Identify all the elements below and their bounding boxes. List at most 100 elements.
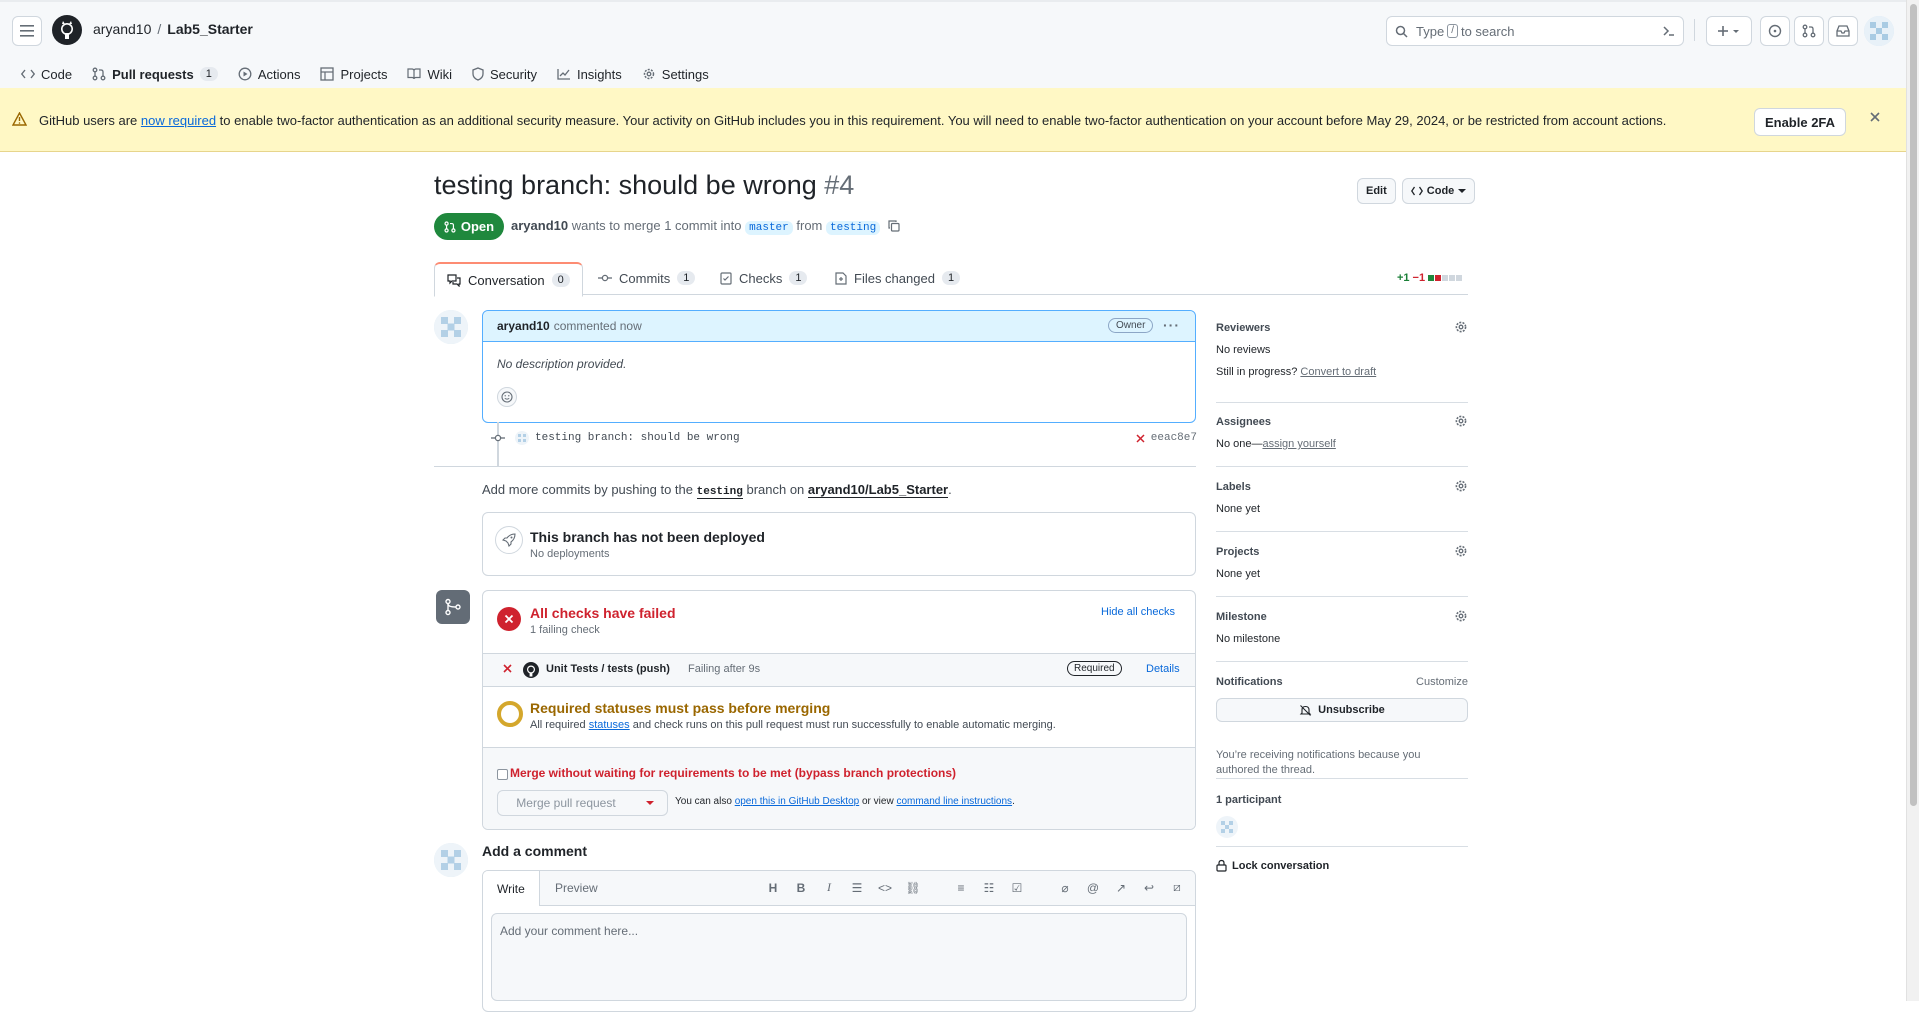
hint-branch: testing: [696, 486, 743, 499]
commit-message[interactable]: testing branch: should be wrong: [535, 432, 740, 444]
tab-conversation[interactable]: Conversation 0: [434, 262, 583, 297]
owner-link[interactable]: aryand10: [93, 21, 151, 37]
tab-projects[interactable]: Projects: [311, 58, 396, 90]
banner-text-post: to enable two-factor authentication as a…: [219, 113, 1667, 128]
command-line-link[interactable]: command line instructions: [896, 796, 1012, 807]
current-user-avatar[interactable]: [434, 843, 468, 877]
tab-files-changed[interactable]: Files changed 1: [835, 262, 961, 294]
heading-icon[interactable]: H: [765, 881, 781, 895]
sidebar-milestone: Milestone No milestone: [1216, 609, 1468, 662]
task-list-icon[interactable]: ☑: [1009, 881, 1025, 895]
comment-placeholder: Add your comment here...: [500, 924, 639, 938]
statuses-link[interactable]: statuses: [589, 719, 630, 731]
tab-actions[interactable]: Actions: [229, 58, 310, 90]
required-text: All required statuses and check runs on …: [530, 719, 1056, 731]
merge-method-dropdown[interactable]: [633, 790, 668, 816]
assign-yourself-link[interactable]: assign yourself: [1262, 438, 1335, 450]
check-status: Failing after 9s: [688, 663, 761, 675]
customize-link[interactable]: Customize: [1416, 676, 1468, 688]
gear-icon[interactable]: [1454, 544, 1468, 558]
tab-pull-requests[interactable]: Pull requests 1: [83, 58, 227, 94]
menu-button[interactable]: [12, 16, 42, 46]
owner-badge: Owner: [1108, 318, 1154, 333]
commit-icon: [491, 434, 505, 442]
sidebar-assignees: Assignees No one—assign yourself: [1216, 414, 1468, 467]
participant-avatar[interactable]: [1216, 816, 1238, 838]
tab-label: Actions: [257, 66, 301, 82]
issue-icon: [1768, 24, 1782, 38]
paperclip-icon[interactable]: ⌀: [1057, 881, 1073, 895]
code-dropdown-button[interactable]: Code: [1401, 178, 1476, 204]
gear-icon[interactable]: [1454, 320, 1468, 334]
gear-icon[interactable]: [1454, 414, 1468, 428]
create-new-button[interactable]: [1706, 16, 1752, 46]
tab-write[interactable]: Write: [483, 871, 540, 906]
author-link[interactable]: aryand10: [511, 218, 568, 233]
add-reaction-button[interactable]: [497, 387, 517, 407]
bold-icon[interactable]: B: [793, 881, 809, 895]
unsubscribe-button[interactable]: Unsubscribe: [1216, 698, 1468, 722]
comment-author[interactable]: aryand10: [497, 319, 550, 333]
now-required-link[interactable]: now required: [141, 113, 216, 128]
pr-meta: aryand10 wants to merge 1 commit into ma…: [511, 218, 900, 235]
quote-icon[interactable]: ☰: [849, 881, 865, 895]
merge-pull-request-button[interactable]: Merge pull request: [497, 790, 635, 816]
edit-button[interactable]: Edit: [1357, 178, 1396, 204]
scrollbar-thumb[interactable]: [1910, 4, 1917, 806]
kebab-icon[interactable]: ···: [1163, 317, 1180, 333]
tab-preview[interactable]: Preview: [541, 871, 612, 905]
copy-icon[interactable]: [888, 220, 900, 232]
comment-author-avatar[interactable]: [434, 310, 468, 344]
tab-settings[interactable]: Settings: [633, 58, 718, 90]
issues-button[interactable]: [1760, 16, 1790, 46]
user-avatar[interactable]: [1864, 16, 1894, 46]
tab-commits[interactable]: Commits 1: [598, 262, 696, 294]
hamburger-icon: [20, 25, 34, 37]
head-branch[interactable]: testing: [826, 221, 881, 235]
commit-sha[interactable]: eeac8e7: [1151, 432, 1197, 444]
cross-reference-icon[interactable]: ↗: [1113, 881, 1129, 895]
enable-2fa-button[interactable]: Enable 2FA: [1754, 108, 1846, 136]
convert-to-draft-link[interactable]: Convert to draft: [1300, 366, 1376, 378]
draft-hint: Still in progress? Convert to draft: [1216, 366, 1376, 378]
details-link[interactable]: Details: [1146, 663, 1180, 675]
page-scrollbar[interactable]: [1906, 0, 1919, 1001]
slash-command-icon[interactable]: ⧄: [1169, 880, 1185, 895]
comment-textarea[interactable]: Add your comment here...: [491, 913, 1187, 1001]
gear-icon[interactable]: [1454, 609, 1468, 623]
tab-security[interactable]: Security: [463, 58, 546, 90]
checks-summary: All checks have failed 1 failing check H…: [483, 591, 1195, 654]
mention-icon[interactable]: @: [1085, 881, 1101, 895]
hint-repo-link[interactable]: aryand10/Lab5_Starter: [807, 482, 949, 498]
hide-all-checks-link[interactable]: Hide all checks: [1101, 606, 1175, 618]
tab-label: Insights: [576, 66, 622, 82]
unordered-list-icon[interactable]: ☷: [981, 881, 997, 895]
tab-insights[interactable]: Insights: [548, 58, 631, 90]
also-mid: or view: [861, 796, 894, 807]
reply-icon[interactable]: ↩: [1141, 881, 1157, 895]
github-logo-icon[interactable]: [52, 15, 82, 45]
inbox-icon: [1836, 25, 1850, 37]
base-branch[interactable]: master: [745, 221, 793, 235]
ordered-list-icon[interactable]: ≡: [953, 881, 969, 895]
link-icon[interactable]: ⛓: [905, 881, 921, 895]
pull-requests-button[interactable]: [1794, 16, 1824, 46]
page-title: testing branch: should be wrong #4: [434, 170, 854, 201]
github-desktop-link[interactable]: open this in GitHub Desktop: [735, 796, 860, 807]
tab-checks[interactable]: Checks 1: [720, 262, 808, 294]
inbox-button[interactable]: [1828, 16, 1858, 46]
gear-icon[interactable]: [1454, 479, 1468, 493]
lock-conversation-button[interactable]: Lock conversation: [1216, 859, 1329, 872]
close-icon[interactable]: [1870, 112, 1880, 122]
tab-code[interactable]: Code: [12, 58, 81, 90]
comment-editor: Write Preview H B I ☰ <> ⛓ ≡ ☷ ☑ ⌀ @ ↗ ↩…: [482, 870, 1196, 1012]
smiley-icon: [501, 391, 513, 403]
tab-wiki[interactable]: Wiki: [398, 58, 461, 90]
search-input[interactable]: Type / to search: [1386, 16, 1684, 46]
identicon-icon: [434, 843, 468, 877]
bypass-checkbox[interactable]: [497, 769, 508, 780]
code-icon[interactable]: <>: [877, 881, 893, 895]
italic-icon[interactable]: I: [821, 880, 837, 895]
repo-link[interactable]: Lab5_Starter: [167, 21, 253, 37]
bypass-label[interactable]: Merge without waiting for requirements t…: [510, 766, 956, 780]
